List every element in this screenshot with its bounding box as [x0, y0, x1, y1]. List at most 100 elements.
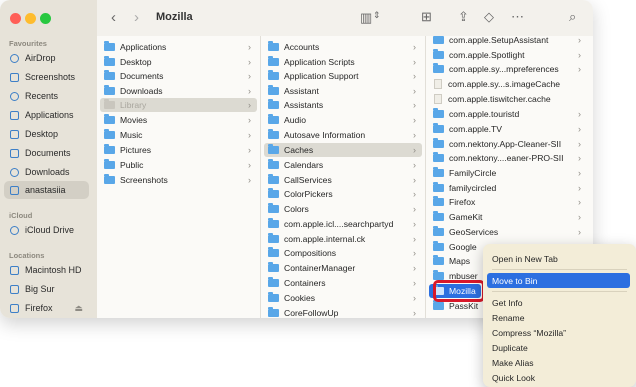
minimize-button[interactable]: [25, 13, 36, 24]
sidebar-item-icloud-drive[interactable]: iCloud Drive: [4, 221, 89, 239]
sidebar-item-desktop[interactable]: Desktop: [4, 125, 89, 143]
zoom-button[interactable]: [40, 13, 51, 24]
list-item[interactable]: com.apple.TV ›: [429, 122, 587, 136]
menu-item-open-in-new-tab[interactable]: Open in New Tab: [487, 251, 630, 266]
menu-item-get-info[interactable]: Get Info: [487, 295, 630, 310]
tag-icon[interactable]: ◇: [484, 9, 494, 25]
list-item[interactable]: Screenshots ›: [100, 173, 257, 187]
list-item[interactable]: Pictures ›: [100, 143, 257, 157]
item-label: Colors: [284, 204, 309, 214]
list-item[interactable]: CallServices ›: [264, 173, 422, 187]
folder-icon: [433, 255, 444, 265]
menu-item-duplicate[interactable]: Duplicate: [487, 340, 630, 355]
list-item[interactable]: Assistant ›: [264, 84, 422, 98]
list-item[interactable]: GeoServices ›: [429, 225, 587, 239]
toolbar: ‹ › Mozilla ▥ ⇕ ⊞ ⇪ ◇ ⋯ ⌕: [97, 0, 593, 37]
list-item[interactable]: CoreFollowUp ›: [264, 306, 422, 318]
list-item[interactable]: com.apple.internal.ck ›: [264, 232, 422, 246]
chevron-right-icon: ›: [413, 160, 416, 170]
list-item[interactable]: Compositions ›: [264, 246, 422, 260]
chevron-right-icon: ›: [413, 263, 416, 273]
item-label: Containers: [284, 278, 326, 288]
sidebar-item-anastasiia[interactable]: anastasiia: [4, 181, 89, 199]
list-item[interactable]: com.apple.SetupAssistant ›: [429, 36, 587, 47]
clock-icon: [10, 91, 19, 101]
sidebar-item-big-sur[interactable]: Big Sur: [4, 280, 89, 298]
item-label: Maps: [449, 256, 471, 266]
list-item[interactable]: com.apple.tiswitcher.cache: [429, 92, 587, 106]
list-item[interactable]: com.apple.touristd ›: [429, 107, 587, 121]
sidebar-item-documents[interactable]: Documents: [4, 144, 89, 162]
list-item[interactable]: Application Scripts ›: [264, 55, 422, 69]
applications-icon: [10, 110, 19, 120]
menu-item-move-to-bin[interactable]: Move to Bin: [487, 273, 630, 288]
chevron-right-icon[interactable]: ›: [134, 9, 139, 26]
list-item[interactable]: Cookies ›: [264, 291, 422, 305]
more-icon[interactable]: ⋯: [511, 9, 524, 25]
item-label: Screenshots: [120, 175, 168, 185]
list-item[interactable]: Audio ›: [264, 113, 422, 127]
column-view-icon[interactable]: ▥: [360, 10, 372, 26]
grid-view-icon[interactable]: ⊞: [421, 9, 432, 25]
list-item[interactable]: Application Support ›: [264, 69, 422, 83]
list-item[interactable]: com.apple.icl....searchpartyd ›: [264, 217, 422, 231]
item-label: FamilyCircle: [449, 168, 497, 178]
list-item[interactable]: familycircled ›: [429, 181, 587, 195]
folder-icon: [268, 56, 279, 66]
download-icon: [10, 167, 19, 177]
sidebar-item-label: Big Sur: [25, 284, 55, 294]
list-item[interactable]: Public ›: [100, 158, 257, 172]
list-item[interactable]: Downloads ›: [100, 84, 257, 98]
list-item[interactable]: com.nektony....eaner-PRO-SII ›: [429, 151, 587, 165]
sidebar-item-screenshots[interactable]: Screenshots: [4, 68, 89, 86]
list-item[interactable]: FamilyCircle ›: [429, 166, 587, 180]
sidebar-item-firefox[interactable]: Firefox ⏏: [4, 299, 89, 317]
list-item[interactable]: ContainerManager ›: [264, 261, 422, 275]
list-item-selected[interactable]: Library ›: [100, 98, 257, 112]
list-item[interactable]: com.apple.sy...s.imageCache: [429, 77, 587, 91]
share-icon[interactable]: ⇪: [458, 9, 469, 25]
list-item[interactable]: Assistants ›: [264, 98, 422, 112]
list-item[interactable]: Applications ›: [100, 40, 257, 54]
list-item[interactable]: Music ›: [100, 128, 257, 142]
list-item[interactable]: Documents ›: [100, 69, 257, 83]
file-icon: [434, 79, 442, 89]
chevron-right-icon: ›: [413, 308, 416, 318]
sidebar-item-airdrop[interactable]: AirDrop: [4, 49, 89, 67]
chevron-right-icon: ›: [248, 160, 251, 170]
search-icon[interactable]: ⌕: [569, 9, 576, 25]
folder-icon: [104, 85, 115, 95]
sidebar-item-downloads[interactable]: Downloads: [4, 163, 89, 181]
menu-item-compress[interactable]: Compress “Mozilla”: [487, 325, 630, 340]
chevron-right-icon: ›: [413, 248, 416, 258]
chevron-right-icon: ›: [578, 227, 581, 237]
sidebar-item-applications[interactable]: Applications: [4, 106, 89, 124]
list-item[interactable]: com.apple.sy...mpreferences ›: [429, 62, 587, 76]
list-item[interactable]: Containers ›: [264, 276, 422, 290]
list-item[interactable]: Colors ›: [264, 202, 422, 216]
list-item[interactable]: Calendars ›: [264, 158, 422, 172]
list-item[interactable]: com.nektony.App-Cleaner-SII ›: [429, 137, 587, 151]
menu-item-rename[interactable]: Rename: [487, 310, 630, 325]
list-item[interactable]: GameKit ›: [429, 210, 587, 224]
chevron-left-icon[interactable]: ‹: [111, 9, 116, 26]
folder-icon: [268, 247, 279, 257]
menu-item-quick-look[interactable]: Quick Look: [487, 370, 630, 385]
sidebar-item-macintosh-hd[interactable]: Macintosh HD: [4, 261, 89, 279]
list-item[interactable]: Desktop ›: [100, 55, 257, 69]
sidebar-item-recents[interactable]: Recents: [4, 87, 89, 105]
close-button[interactable]: [10, 13, 21, 24]
eject-icon[interactable]: ⏏: [74, 303, 83, 314]
menu-item-make-alias[interactable]: Make Alias: [487, 355, 630, 370]
list-item[interactable]: Movies ›: [100, 113, 257, 127]
list-item-selected[interactable]: Caches ›: [264, 143, 422, 157]
list-item[interactable]: ColorPickers ›: [264, 187, 422, 201]
chevron-updown-icon[interactable]: ⇕: [373, 10, 381, 21]
disk-icon: [10, 303, 19, 313]
chevron-right-icon: ›: [413, 204, 416, 214]
list-item[interactable]: com.apple.Spotlight ›: [429, 48, 587, 62]
list-item[interactable]: Accounts ›: [264, 40, 422, 54]
folder-icon: [268, 188, 279, 198]
list-item[interactable]: Autosave Information ›: [264, 128, 422, 142]
list-item[interactable]: Firefox ›: [429, 195, 587, 209]
